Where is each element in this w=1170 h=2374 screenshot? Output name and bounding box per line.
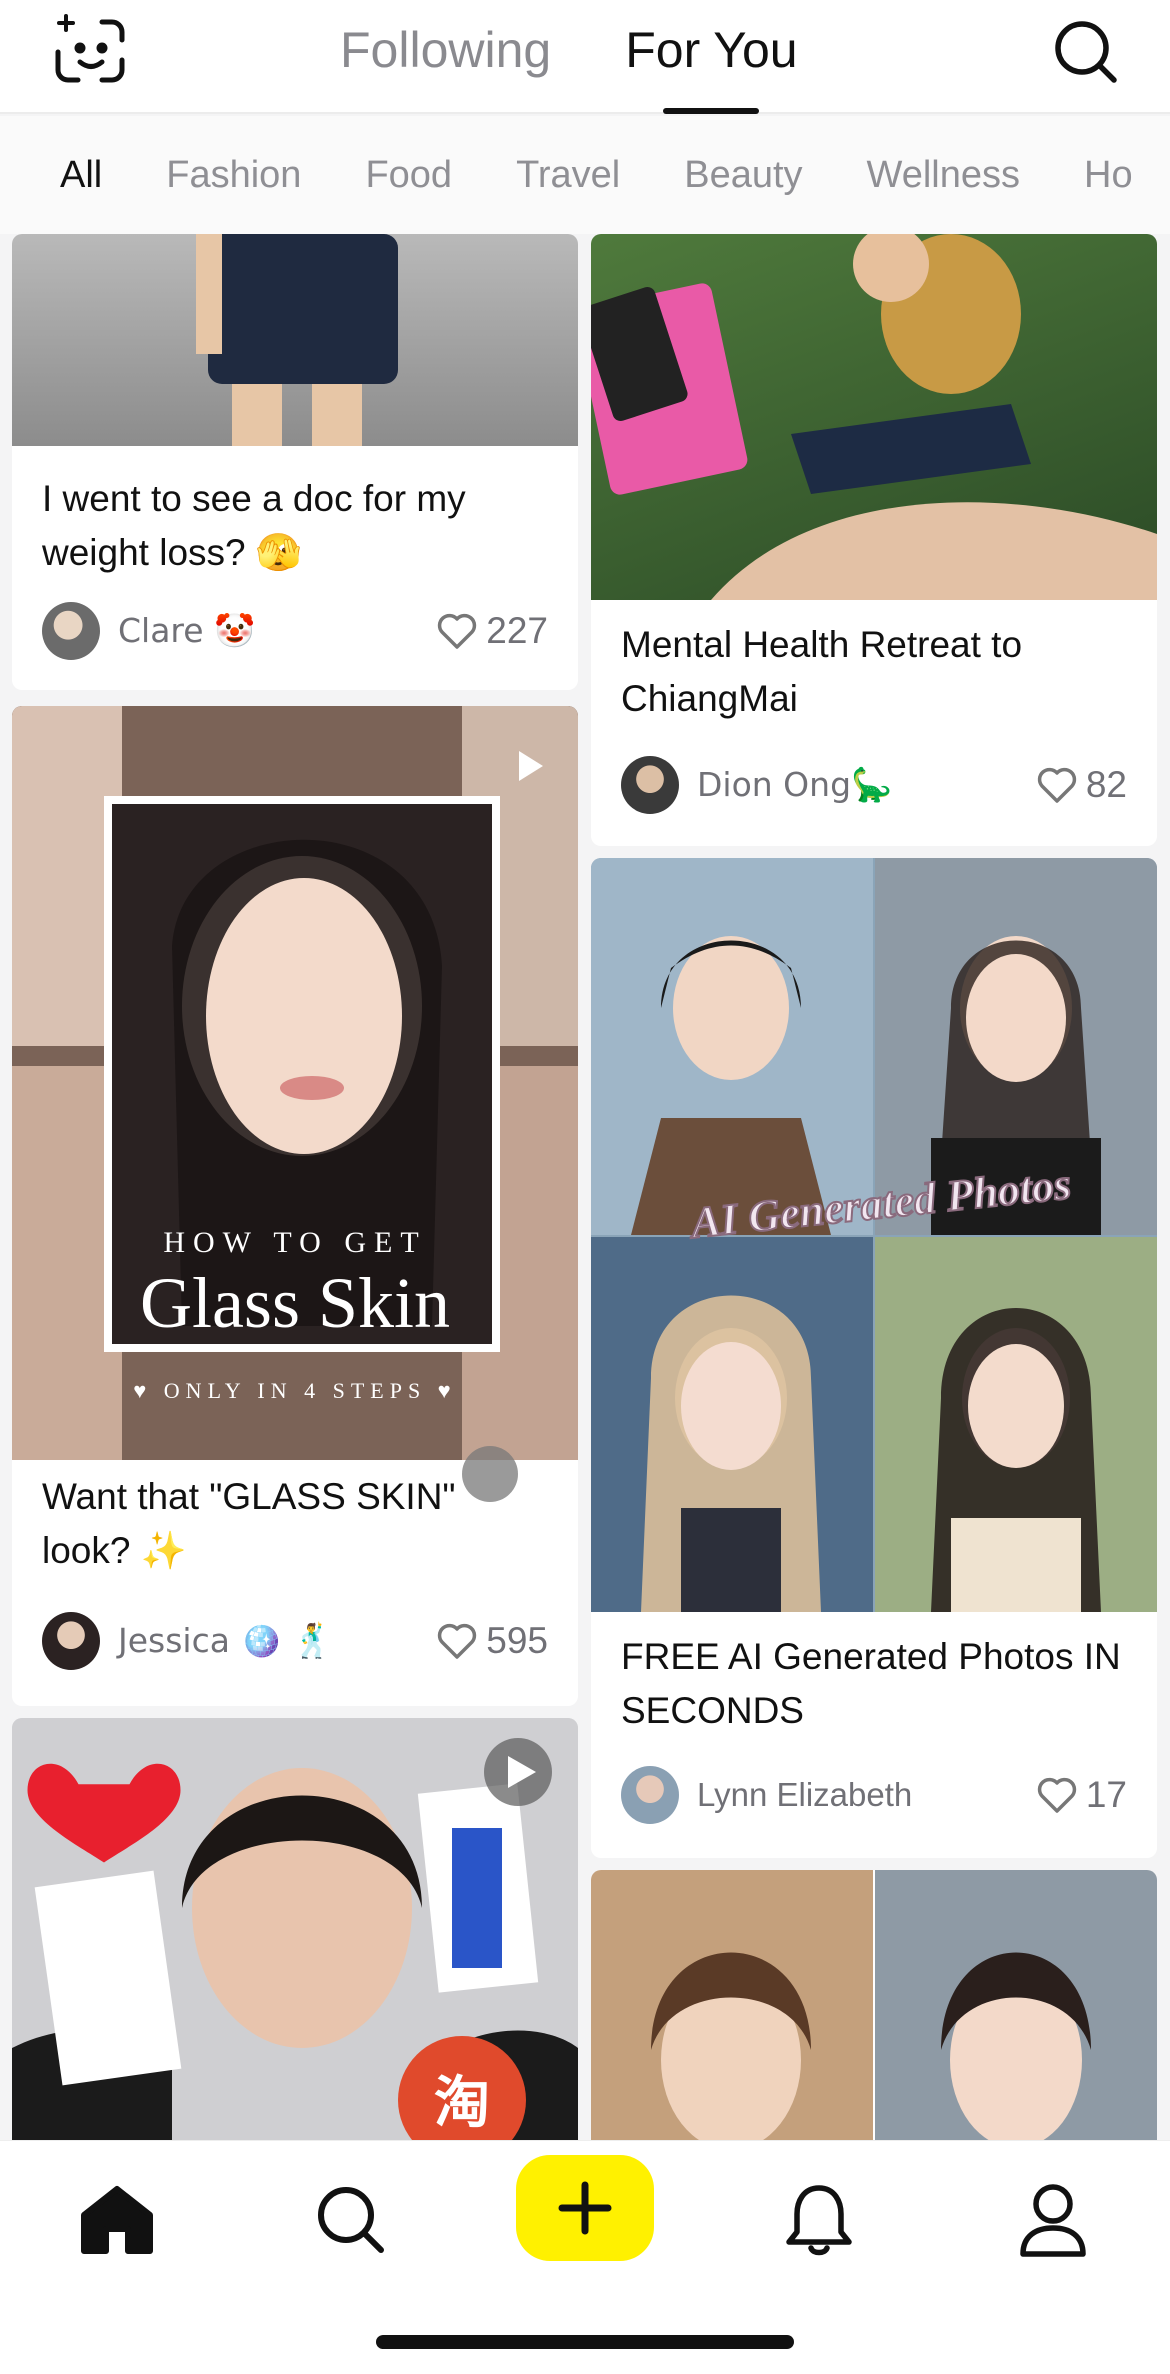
heart-icon — [1037, 1777, 1076, 1813]
post-title: Want that "GLASS SKIN" look? ✨ — [42, 1476, 456, 1571]
post-title: FREE AI Generated Photos IN SECONDS — [621, 1636, 1121, 1731]
post-meta: Clare 🤡 227 — [42, 600, 548, 662]
profile-icon — [1020, 2184, 1086, 2257]
post-meta: Lynn Elizabeth 17 — [621, 1764, 1127, 1826]
like-count: 82 — [1085, 764, 1127, 805]
like-count: 595 — [486, 1620, 548, 1661]
post-card[interactable]: 淘 — [12, 1718, 578, 2140]
category-beauty[interactable]: Beauty — [684, 154, 802, 197]
post-image: AI Generated Photos — [591, 858, 1157, 1612]
category-fashion[interactable]: Fashion — [166, 154, 301, 197]
feed-tabs: Following For You — [340, 0, 798, 114]
post-card[interactable] — [591, 1870, 1157, 2140]
avatar[interactable] — [621, 1766, 679, 1824]
nav-search[interactable] — [306, 2175, 396, 2265]
like-button[interactable]: 17 — [1036, 1774, 1127, 1816]
search-icon — [318, 2187, 384, 2253]
heart-icon — [1037, 767, 1076, 803]
tab-following[interactable]: Following — [340, 0, 551, 114]
category-bar: All Fashion Food Travel Beauty Wellness … — [0, 116, 1170, 234]
category-wellness[interactable]: Wellness — [867, 154, 1020, 197]
category-food[interactable]: Food — [365, 154, 452, 197]
post-meta: Dion Ong🦕 82 — [621, 754, 1127, 816]
post-image: HOW TO GET Glass Skin ♥ ONLY IN 4 STEPS … — [12, 706, 578, 1460]
post-card[interactable]: I went to see a doc for my weight loss? … — [12, 234, 578, 690]
avatar[interactable] — [42, 1612, 100, 1670]
nav-notifications[interactable] — [774, 2175, 864, 2265]
author-name[interactable]: Dion Ong🦕 — [697, 765, 892, 805]
author-name[interactable]: Jessica 🪩 🕺 — [118, 1621, 333, 1661]
like-count: 227 — [486, 610, 548, 651]
post-card[interactable]: AI Generated Photos FREE AI Generated Ph… — [591, 858, 1157, 1858]
overlay-line3: ♥ ONLY IN 4 STEPS ♥ — [133, 1378, 457, 1403]
plus-icon — [558, 2181, 612, 2235]
post-card[interactable]: Mental Health Retreat to ChiangMai Dion … — [591, 234, 1157, 846]
post-image — [12, 234, 578, 446]
post-image — [591, 234, 1157, 600]
category-home[interactable]: Ho — [1084, 154, 1133, 197]
like-count: 17 — [1085, 1774, 1127, 1815]
nav-profile[interactable] — [1008, 2175, 1098, 2265]
post-image: 淘 — [12, 1718, 578, 2140]
overlay-line2: Glass Skin — [139, 1263, 451, 1343]
post-image — [591, 1870, 1157, 2140]
heart-icon — [438, 1623, 477, 1659]
like-button[interactable]: 595 — [436, 1620, 548, 1662]
heart-icon — [438, 613, 477, 649]
category-travel[interactable]: Travel — [516, 154, 620, 197]
home-indicator — [376, 2335, 794, 2349]
post-card[interactable]: HOW TO GET Glass Skin ♥ ONLY IN 4 STEPS … — [12, 706, 578, 1706]
home-icon — [81, 2186, 153, 2254]
like-button[interactable]: 227 — [436, 610, 548, 652]
avatar[interactable] — [42, 602, 100, 660]
post-title: Mental Health Retreat to ChiangMai — [621, 624, 1023, 719]
nav-home[interactable] — [72, 2175, 162, 2265]
overlay-line1: HOW TO GET — [163, 1226, 427, 1259]
post-meta: Jessica 🪩 🕺 595 — [42, 1610, 548, 1672]
author-name[interactable]: Lynn Elizabeth — [697, 1776, 912, 1814]
feed-grid: I went to see a doc for my weight loss? … — [0, 234, 1170, 2140]
search-icon[interactable] — [1050, 16, 1122, 88]
bottom-nav — [0, 2140, 1170, 2374]
avatar[interactable] — [621, 756, 679, 814]
taobao-badge: 淘 — [434, 2071, 490, 2134]
category-all[interactable]: All — [60, 154, 102, 197]
top-header: Following For You — [0, 0, 1170, 114]
author-name[interactable]: Clare 🤡 — [118, 611, 255, 651]
bell-icon — [786, 2185, 852, 2256]
like-button[interactable]: 82 — [1036, 764, 1127, 806]
post-title: I went to see a doc for my weight loss? … — [42, 478, 466, 573]
face-scan-sparkle-icon[interactable] — [50, 12, 130, 92]
create-post-button[interactable] — [516, 2155, 654, 2261]
tab-for-you[interactable]: For You — [625, 0, 797, 114]
